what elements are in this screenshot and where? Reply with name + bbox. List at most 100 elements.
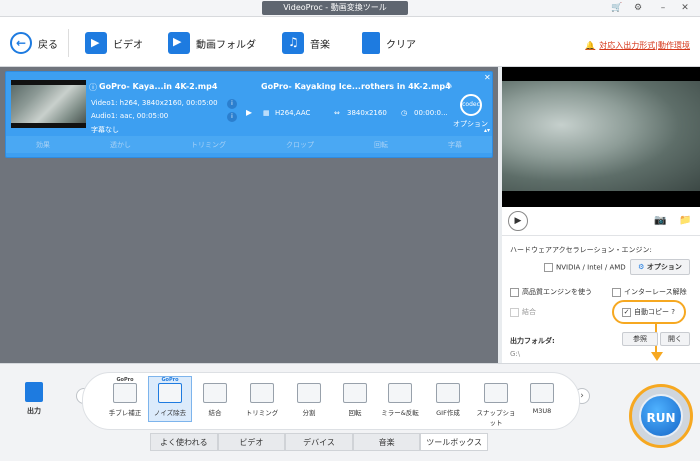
play-button[interactable]: ▶ — [508, 211, 528, 231]
trim-icon — [250, 383, 274, 403]
tool-label: スナップショット — [476, 409, 516, 427]
codec-gear-icon[interactable]: codec — [460, 94, 482, 116]
cart-icon[interactable]: 🛒 — [610, 2, 624, 14]
tool-label: M3U8 — [532, 407, 552, 415]
tab-common[interactable]: よく使われる — [150, 433, 218, 451]
merge-icon — [203, 383, 227, 403]
back-label: 戻る — [38, 39, 58, 51]
tool-label: 手ブレ補正 — [108, 409, 142, 417]
tool-label: ノイズ除去 — [153, 409, 187, 417]
back-button[interactable]: ← 戻る — [10, 27, 58, 59]
tool-mirror-flip[interactable]: ミラー&反転 — [378, 377, 422, 423]
tool-trim[interactable]: トリミング — [240, 377, 284, 423]
minimize-icon[interactable]: – — [656, 2, 670, 14]
stabilize-icon — [113, 383, 137, 403]
clock-icon: ◷ — [401, 109, 408, 117]
tab-music[interactable]: 音楽 — [352, 433, 421, 451]
add-music-button[interactable]: ♫ 音楽 — [282, 27, 330, 59]
add-folder-button[interactable]: ▶ 動画フォルダ — [168, 27, 256, 59]
edit-name-icon[interactable]: ✎ — [446, 81, 453, 90]
audio-info-icon[interactable]: i — [227, 112, 237, 122]
deinterlace-label: インターレース解除 — [624, 288, 687, 296]
gear-icon[interactable]: ⚙ — [631, 2, 645, 14]
music-add-icon: ♫ — [282, 32, 304, 54]
rotate-button[interactable]: 回転 — [374, 140, 388, 150]
tool-snapshot[interactable]: スナップショット — [474, 377, 518, 427]
tool-split[interactable]: 分割 — [287, 377, 331, 423]
preview-frame — [502, 81, 700, 191]
help-icon[interactable]: ? — [671, 308, 675, 316]
hw-accel-title: ハードウェアアクセラレーション・エンジン: — [510, 246, 652, 254]
output-label: 出力 — [27, 407, 41, 415]
main-toolbar: ← 戻る ▶ ビデオ ▶ 動画フォルダ ♫ 音楽 クリア 🔔 対応入出力形式|動… — [0, 17, 700, 67]
resolution-icon: ⇔ — [334, 109, 340, 117]
up-down-icon[interactable]: ▴▾ — [484, 127, 490, 134]
tool-rotate[interactable]: 回転 — [333, 377, 377, 423]
arrow-right-icon: ▸ — [246, 105, 253, 119]
tool-merge[interactable]: 結合 — [193, 377, 237, 423]
gear-icon: ⚙ — [638, 263, 647, 271]
checkbox-icon — [612, 287, 621, 297]
tool-label: ミラー&反転 — [381, 409, 419, 417]
snapshot-icon[interactable]: 📷 — [654, 215, 666, 226]
rotate-icon — [343, 383, 367, 403]
hw-option-button[interactable]: ⚙ オプション — [630, 259, 690, 275]
subtitle-button[interactable]: 字幕 — [448, 140, 462, 150]
tab-video[interactable]: ビデオ — [217, 433, 286, 451]
film-icon: ▦ — [263, 109, 270, 117]
tab-device[interactable]: デバイス — [285, 433, 353, 451]
codec-option-label[interactable]: オプション — [453, 119, 488, 129]
hq-engine-checkbox[interactable]: 高品質エンジンを使う — [510, 287, 592, 297]
video-info-icon[interactable]: i — [227, 99, 237, 109]
back-arrow-icon: ← — [10, 32, 32, 54]
tool-m3u8[interactable]: M3U8 — [520, 377, 564, 423]
folder-icon[interactable]: 📁 — [679, 215, 691, 226]
add-folder-label: 動画フォルダ — [196, 39, 256, 51]
add-video-button[interactable]: ▶ ビデオ — [85, 27, 143, 59]
run-button[interactable]: RUN — [629, 384, 693, 448]
checkbox-icon — [544, 263, 553, 272]
arrow-down-icon — [651, 352, 663, 361]
tool-denoise[interactable]: GoPro ノイズ除去 — [148, 376, 192, 422]
output-folder-label: 出力フォルダ: — [510, 337, 555, 345]
add-video-label: ビデオ — [113, 39, 143, 51]
watermark-button[interactable]: 透かし — [110, 140, 131, 150]
autocopy-label: 自動コピー — [634, 308, 669, 316]
subtitle-track-info[interactable]: 字幕なし — [91, 125, 119, 135]
preview-window — [502, 67, 700, 207]
merge-checkbox[interactable]: 結合 — [510, 307, 536, 317]
effects-button[interactable]: 効果 — [36, 140, 50, 150]
tab-toolbox[interactable]: ツールボックス — [420, 433, 488, 451]
output-settings-button[interactable]: 出力 — [20, 382, 48, 422]
hw-option-label: オプション — [646, 263, 682, 271]
video-add-icon: ▶ — [85, 32, 107, 54]
audio-track-info[interactable]: Audio1: aac, 00:05:00 — [91, 112, 168, 120]
tool-stabilize[interactable]: GoPro 手ブレ補正 — [103, 377, 147, 423]
tool-label: 分割 — [302, 409, 316, 417]
divider — [68, 29, 69, 57]
autocopy-checkbox[interactable]: ✓ 自動コピー ? — [622, 307, 675, 317]
browse-button[interactable]: 参照 — [622, 332, 658, 346]
hw-engine-label: NVIDIA / Intel / AMD — [556, 263, 626, 272]
trim-button[interactable]: トリミング — [191, 140, 226, 150]
gopro-badge: GoPro — [161, 377, 179, 383]
crop-button[interactable]: クロップ — [286, 140, 314, 150]
file-list-area: ⓘ GoPro- Kaya...in 4K-2.mp4 Video1: h264… — [0, 67, 498, 363]
tool-gif[interactable]: GIF作成 — [426, 377, 470, 423]
output-duration: 00:00:0... — [414, 109, 448, 117]
checkbox-icon — [510, 307, 519, 317]
formats-link[interactable]: 🔔 対応入出力形式|動作環境 — [585, 40, 690, 51]
hw-engine-checkbox[interactable]: NVIDIA / Intel / AMD — [544, 263, 626, 272]
output-resolution: 3840x2160 — [347, 109, 387, 117]
open-folder-button[interactable]: 開く — [660, 332, 690, 346]
close-icon[interactable]: ✕ — [678, 2, 692, 14]
clip-card[interactable]: ⓘ GoPro- Kaya...in 4K-2.mp4 Video1: h264… — [5, 71, 493, 158]
category-tabs: よく使われる ビデオ デバイス 音楽 ツールボックス — [150, 433, 488, 451]
gopro-badge: GoPro — [116, 377, 134, 383]
remove-clip-icon[interactable]: ✕ — [484, 73, 491, 82]
title-bar: VideoProc - 動画変換ツール 🛒 ⚙ – ✕ — [0, 0, 700, 17]
video-track-info[interactable]: Video1: h264, 3840x2160, 00:05:00 — [91, 99, 218, 107]
clear-button[interactable]: クリア — [362, 27, 416, 59]
output-codec: H264,AAC — [275, 109, 311, 117]
deinterlace-checkbox[interactable]: インターレース解除 — [612, 287, 687, 297]
